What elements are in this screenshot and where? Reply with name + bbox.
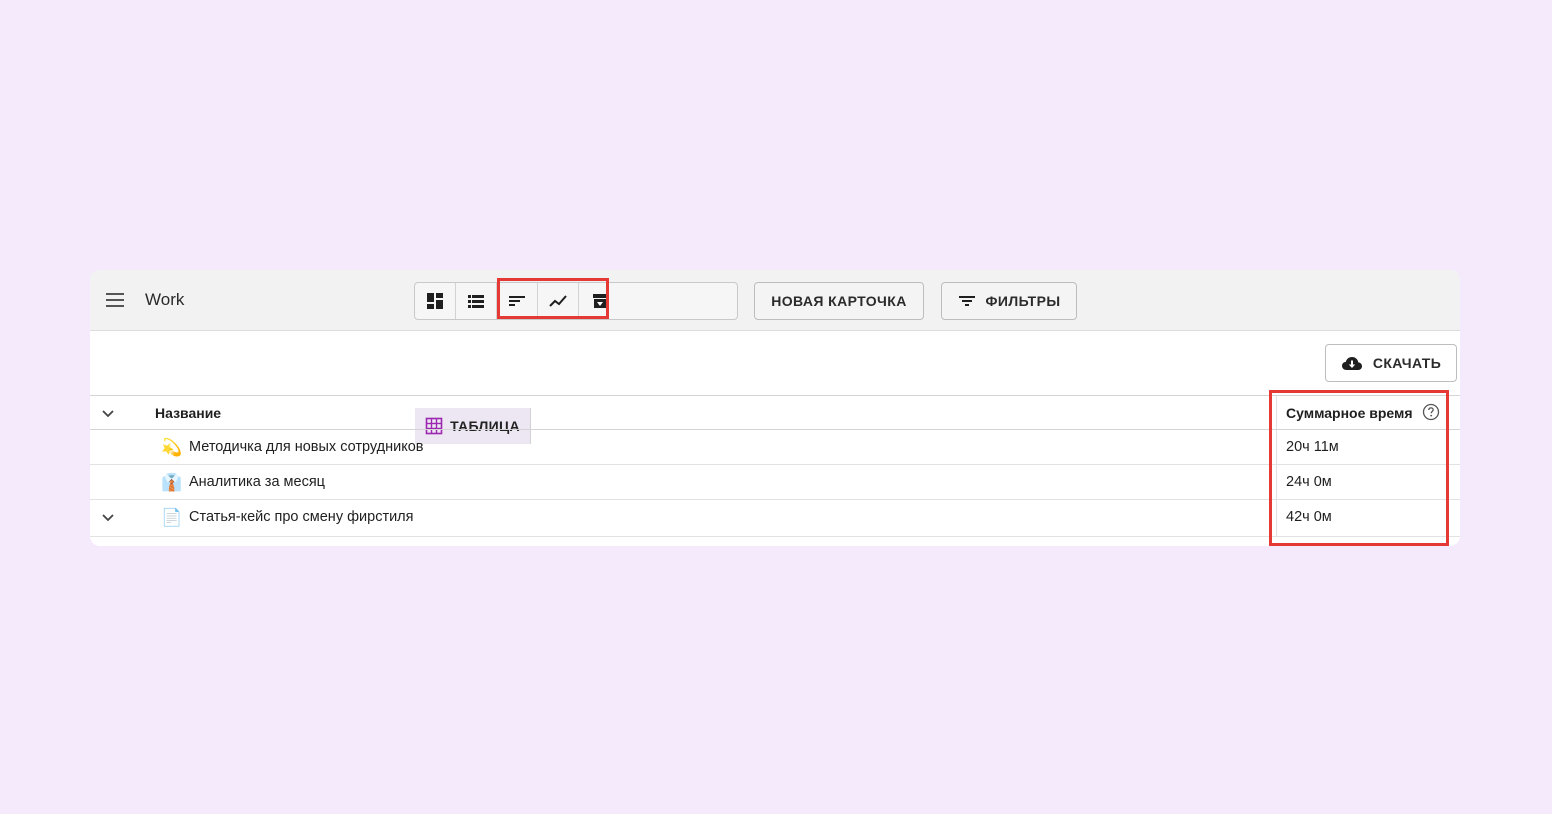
- filters-button[interactable]: ФИЛЬТРЫ: [941, 282, 1077, 320]
- board-panel: Work ТАБЛИЦА НОВАЯ КАРТОЧКА ФИЛЬТРЫ СКАЧ…: [90, 270, 1460, 546]
- new-card-button[interactable]: НОВАЯ КАРТОЧКА: [754, 282, 924, 320]
- filter-icon: [958, 296, 975, 306]
- list-view-icon: [468, 295, 484, 308]
- table-header-row: Название Суммарное время: [90, 395, 1460, 430]
- expand-row-chevron-icon[interactable]: [99, 509, 117, 527]
- tasks-table: Название Суммарное время 💫 Методичка для…: [90, 395, 1460, 537]
- toolbar: Work ТАБЛИЦА НОВАЯ КАРТОЧКА ФИЛЬТРЫ: [90, 270, 1460, 444]
- board-title: Work: [145, 290, 185, 309]
- row-title[interactable]: Методичка для новых сотрудников: [189, 439, 424, 455]
- row-title[interactable]: Статья-кейс про смену фирстиля: [189, 509, 414, 525]
- document-emoji-icon: 📄: [161, 508, 183, 527]
- new-card-label: НОВАЯ КАРТОЧКА: [771, 293, 907, 309]
- filters-label: ФИЛЬТРЫ: [985, 293, 1061, 309]
- table-row[interactable]: 📄 Статья-кейс про смену фирстиля 42ч 0м: [90, 500, 1460, 537]
- table-row[interactable]: 👔 Аналитика за месяц 24ч 0м: [90, 465, 1460, 500]
- board-view-button[interactable]: [415, 283, 456, 319]
- cloud-download-icon: [1341, 357, 1362, 370]
- collapse-all-chevron-icon[interactable]: [99, 405, 117, 423]
- table-row[interactable]: 💫 Методичка для новых сотрудников 20ч 11…: [90, 430, 1460, 465]
- total-time-highlight: [1269, 390, 1449, 546]
- person-suit-emoji-icon: 👔: [161, 473, 183, 492]
- download-label: СКАЧАТЬ: [1372, 355, 1442, 371]
- board-view-icon: [427, 293, 443, 309]
- list-view-button[interactable]: [456, 283, 497, 319]
- dizzy-star-emoji-icon: 💫: [161, 438, 183, 457]
- download-button[interactable]: СКАЧАТЬ: [1325, 344, 1457, 382]
- hamburger-menu-icon[interactable]: [104, 291, 126, 309]
- column-header-name[interactable]: Название: [155, 405, 221, 421]
- table-view-highlight: [497, 278, 609, 319]
- row-title[interactable]: Аналитика за месяц: [189, 474, 325, 490]
